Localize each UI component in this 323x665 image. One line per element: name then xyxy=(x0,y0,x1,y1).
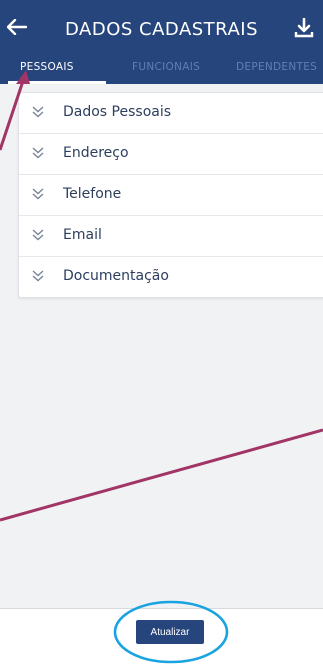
app-header: DADOS CADASTRAIS xyxy=(0,0,323,52)
section-telefone[interactable]: Telefone xyxy=(19,175,323,216)
section-label: Documentação xyxy=(63,268,169,284)
chevron-double-down-icon xyxy=(32,270,44,282)
chevron-double-down-icon xyxy=(32,106,44,118)
download-icon xyxy=(294,18,314,38)
tab-funcionais[interactable]: FUNCIONAIS xyxy=(132,52,200,84)
section-email[interactable]: Email xyxy=(19,216,323,257)
tab-pessoais[interactable]: PESSOAIS xyxy=(8,52,106,84)
tab-bar: PESSOAIS FUNCIONAIS DEPENDENTES xyxy=(0,52,323,84)
download-button[interactable] xyxy=(292,16,316,40)
section-label: Email xyxy=(63,227,102,243)
section-label: Dados Pessoais xyxy=(63,104,172,120)
section-label: Endereço xyxy=(63,145,129,161)
page-title: DADOS CADASTRAIS xyxy=(64,19,259,40)
section-label: Telefone xyxy=(63,186,122,202)
chevron-double-down-icon xyxy=(32,229,44,241)
update-button[interactable]: Atualizar xyxy=(136,620,204,644)
section-endereco[interactable]: Endereço xyxy=(19,134,323,175)
sections-card: Dados Pessoais Endereço Telefone Email D… xyxy=(18,92,323,298)
tab-dependentes[interactable]: DEPENDENTES xyxy=(236,52,317,84)
chevron-double-down-icon xyxy=(32,147,44,159)
chevron-double-down-icon xyxy=(32,188,44,200)
section-documentacao[interactable]: Documentação xyxy=(19,257,323,298)
section-dados-pessoais[interactable]: Dados Pessoais xyxy=(19,93,323,134)
